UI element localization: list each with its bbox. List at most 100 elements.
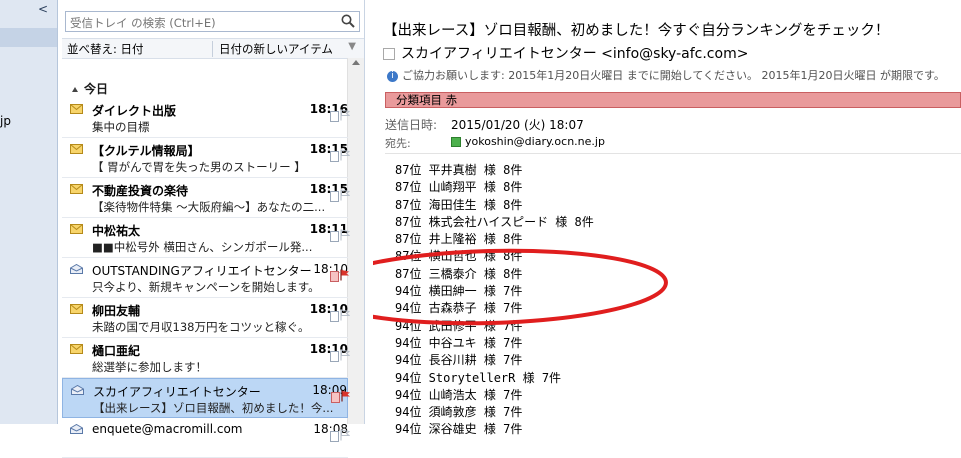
message-row[interactable]: OUTSTANDINGアフィリエイトセンター 18:10 只今より、新規キャンペーン…: [62, 258, 350, 298]
sort-direction-icon[interactable]: ▼: [348, 41, 356, 52]
category-box[interactable]: [330, 311, 339, 322]
ranking-line: 94位 StorytellerR 様 7件: [395, 370, 562, 385]
envelope-icon: [70, 144, 83, 154]
message-time: 18:08: [313, 422, 348, 436]
message-row[interactable]: ダイレクト出版 18:16 集中の目標: [62, 98, 350, 138]
message-list-pane: 並べ替え: 日付 日付の新しいアイテム ▼ 今日 ダイレクト出版 18:16 集中の…: [62, 0, 365, 458]
header-divider: [385, 153, 961, 154]
flag-icon[interactable]: [340, 429, 350, 441]
sent-row: 送信日時: 2015/01/20 (火) 18:07: [385, 116, 584, 133]
recipient-address[interactable]: yokoshin@diary.ocn.ne.jp: [465, 135, 605, 148]
flag-icon[interactable]: [340, 309, 350, 321]
message-time: 18:15: [309, 142, 348, 156]
flag-icon[interactable]: [340, 349, 350, 361]
ranking-line: 87位 株式会社ハイスピード 様 8件: [395, 214, 594, 229]
infobar[interactable]: i ご協力お願いします: 2015年1月20日火曜日 までに開始してください。 2…: [387, 67, 945, 83]
collapse-pane-button[interactable]: <: [38, 2, 48, 16]
ranking-line: 94位 中谷ユキ 様 7件: [395, 335, 523, 350]
category-bar[interactable]: 分類項目 赤: [385, 92, 961, 108]
message-preview: ■■中松号外 横田さん、シンガポール発...: [92, 240, 313, 254]
to-row: 宛先: yokoshin@diary.ocn.ne.jp: [385, 135, 605, 151]
envelope-icon: [70, 344, 83, 354]
collapse-group-icon[interactable]: [72, 87, 78, 92]
read-envelope-icon: [70, 424, 83, 434]
read-envelope-icon: [71, 385, 84, 395]
folder-pane: < jp: [0, 0, 58, 424]
message-preview: 只今より、新規キャンペーンを開始します。: [92, 280, 320, 294]
scroll-up-icon[interactable]: [352, 60, 360, 65]
flag-icon[interactable]: [340, 149, 350, 161]
sent-label: 送信日時:: [385, 118, 438, 132]
ranking-line: 94位 武田修平 様 7件: [395, 318, 523, 333]
message-sender: 不動産投資の楽待: [92, 184, 189, 198]
message-subject: 【出来レース】ゾロ目報酬、初めました！今すぐ自分ランキングをチェック！: [383, 23, 890, 39]
ranking-line: 94位 古森恭子 様 7件: [395, 301, 523, 316]
info-icon: i: [387, 70, 398, 82]
flag-icon[interactable]: [340, 229, 350, 241]
flag-icon[interactable]: [340, 109, 350, 121]
message-sender: ダイレクト出版: [92, 104, 177, 118]
sort-bar: 並べ替え: 日付 日付の新しいアイテム ▼: [62, 38, 364, 59]
ranking-line: 87位 三橋泰介 様 8件: [395, 266, 523, 281]
flag-icon[interactable]: [341, 390, 351, 402]
message-sender: 中松祐太: [92, 224, 141, 238]
category-box[interactable]: [330, 351, 339, 362]
search-input[interactable]: [66, 13, 344, 33]
message-row[interactable]: スカイアフィリエイトセンター 18:09 【出来レース】ゾロ目報酬、初めました！今.…: [62, 378, 351, 418]
message-row[interactable]: 樋口亜紀 18:10 総選挙に参加します！: [62, 338, 350, 378]
group-header-today[interactable]: 今日: [72, 80, 108, 97]
sender-text[interactable]: スカイアフィリエイトセンター <info@sky-afc.com>: [401, 46, 748, 62]
search-box[interactable]: [65, 11, 360, 33]
ranking-line: 94位 深谷雄史 様 7件: [395, 422, 523, 437]
reading-pane: 【出来レース】ゾロ目報酬、初めました！今すぐ自分ランキングをチェック！ スカイア…: [373, 0, 961, 436]
message-row[interactable]: 不動産投資の楽待 18:15 【楽待物件特集 ～大阪府編～】あなたの二...: [62, 178, 350, 218]
message-preview: 【 胃がんで胃を失った男のストーリー 】: [92, 160, 306, 174]
category-box[interactable]: [330, 111, 339, 122]
message-sender: OUTSTANDINGアフィリエイトセンター: [92, 264, 312, 278]
message-sender: 【クルテル情報局】: [92, 144, 200, 158]
category-box[interactable]: [330, 231, 339, 242]
message-body: 87位 平井真樹 様 8件 87位 山崎翔平 様 8件 87位 海田佳生 様 8件 8…: [395, 162, 594, 439]
message-time: 18:16: [309, 102, 348, 116]
ranking-line: 94位 横田紳一 様 7件: [395, 284, 523, 299]
message-sender: スカイアフィリエイトセンター: [93, 385, 261, 399]
envelope-icon: [70, 304, 83, 314]
message-time: 18:10: [309, 342, 348, 356]
selected-folder[interactable]: [0, 28, 57, 47]
search-icon[interactable]: [340, 13, 356, 29]
message-row[interactable]: 中松祐太 18:11 ■■中松号外 横田さん、シンガポール発...: [62, 218, 350, 258]
message-time: 18:15: [309, 182, 348, 196]
envelope-icon: [70, 184, 83, 194]
message-row[interactable]: 【クルテル情報局】 18:15 【 胃がんで胃を失った男のストーリー 】: [62, 138, 350, 178]
sent-value: 2015/01/20 (火) 18:07: [451, 118, 584, 132]
message-preview: 【出来レース】ゾロ目報酬、初めました！今...: [93, 401, 334, 415]
ranking-line: 87位 海田佳生 様 8件: [395, 197, 523, 212]
category-box[interactable]: [331, 392, 340, 403]
ranking-line: 87位 横山哲也 様 8件: [395, 249, 523, 264]
ranking-line: 94位 山崎浩太 様 7件: [395, 387, 523, 402]
to-label: 宛先:: [385, 137, 411, 150]
ranking-line: 87位 井上隆裕 様 8件: [395, 232, 523, 247]
message-preview: 集中の目標: [92, 120, 150, 134]
category-box[interactable]: [330, 271, 339, 282]
ranking-line: 87位 山崎翔平 様 8件: [395, 180, 523, 195]
flag-icon[interactable]: [340, 189, 350, 201]
message-list: ダイレクト出版 18:16 集中の目標【クルテル情報局】 18:15 【 胃がんで胃を失…: [62, 98, 351, 458]
sort-by-button[interactable]: 並べ替え: 日付: [67, 41, 144, 57]
folder-label-partial[interactable]: jp: [0, 114, 11, 128]
envelope-icon: [70, 104, 83, 114]
recipient[interactable]: yokoshin@diary.ocn.ne.jp: [451, 135, 605, 148]
category-box[interactable]: [330, 151, 339, 162]
flag-icon[interactable]: [340, 269, 350, 281]
message-preview: 総選挙に参加します！: [92, 360, 207, 374]
message-sender: 柳田友輔: [92, 304, 141, 318]
message-preview: 未踏の国で月収138万円をコツッと稼ぐ。: [92, 320, 310, 334]
message-row[interactable]: enquete@macromill.com 18:08: [62, 418, 350, 458]
ranking-line: 94位 長谷川耕 様 7件: [395, 353, 523, 368]
message-row[interactable]: 柳田友輔 18:10 未踏の国で月収138万円をコツッと稼ぐ。: [62, 298, 350, 338]
sort-order-button[interactable]: 日付の新しいアイテム: [212, 41, 333, 57]
contact-card-icon[interactable]: [383, 48, 395, 60]
category-box[interactable]: [330, 191, 339, 202]
person-icon: [451, 137, 461, 147]
category-box[interactable]: [330, 431, 339, 442]
